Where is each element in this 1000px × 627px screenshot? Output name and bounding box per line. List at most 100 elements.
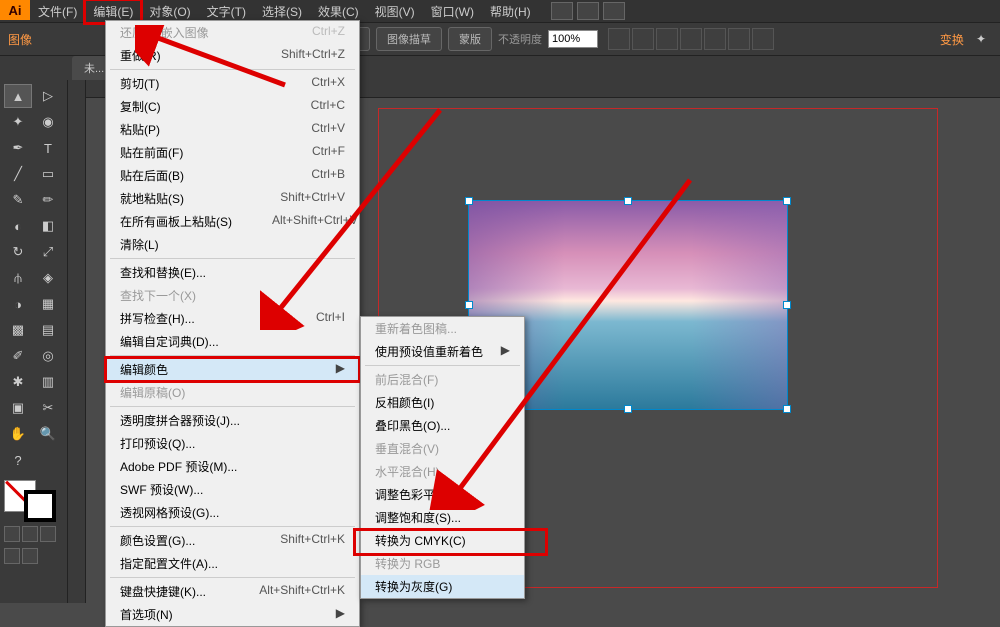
paintbrush-tool[interactable]: ✎ — [4, 188, 32, 212]
color-mode-icon[interactable] — [4, 526, 20, 542]
menu-item[interactable]: 查找和替换(E)... — [106, 261, 359, 284]
menu-item[interactable]: 键盘快捷键(K)...Alt+Shift+Ctrl+K — [106, 580, 359, 603]
toggle-fill-stroke[interactable]: ? — [4, 448, 32, 472]
menu-item[interactable]: 在所有画板上粘贴(S)Alt+Shift+Ctrl+V — [106, 210, 359, 233]
resize-handle[interactable] — [783, 405, 791, 413]
free-transform-tool[interactable]: ◈ — [34, 266, 62, 290]
menu-item[interactable]: 使用预设值重新着色▶ — [361, 340, 524, 363]
align-icon[interactable] — [704, 28, 726, 50]
menu-item-shortcut: Ctrl+Z — [312, 24, 345, 41]
slice-tool[interactable]: ✂ — [34, 396, 62, 420]
zoom-tool[interactable]: 🔍 — [34, 422, 62, 446]
edit-menu-dropdown: 还原(U)嵌入图像Ctrl+Z重做(R)Shift+Ctrl+Z剪切(T)Ctr… — [105, 20, 360, 627]
direct-selection-tool[interactable]: ▷ — [34, 84, 62, 108]
width-tool[interactable]: ⫛ — [4, 266, 32, 290]
mesh-tool[interactable]: ▩ — [4, 318, 32, 342]
resize-handle[interactable] — [624, 405, 632, 413]
resize-handle[interactable] — [783, 301, 791, 309]
ruler-vertical — [68, 80, 86, 603]
menu-item-shortcut: Ctrl+F — [312, 144, 345, 161]
submenu-arrow-icon: ▶ — [336, 361, 345, 378]
menu-item[interactable]: 编辑颜色 ▶ — [106, 358, 359, 381]
menu-item[interactable]: 首选项(N)▶ — [106, 603, 359, 626]
menu-item-label: 使用预设值重新着色 — [375, 343, 483, 360]
menu-item[interactable]: SWF 预设(W)... — [106, 478, 359, 501]
menu-item[interactable]: 透明度拼合器预设(J)... — [106, 409, 359, 432]
menu-item[interactable]: 贴在前面(F)Ctrl+F — [106, 141, 359, 164]
transform-link[interactable]: 变换 — [940, 31, 964, 48]
menubar-icon[interactable] — [603, 2, 625, 20]
menu-item[interactable]: 剪切(T)Ctrl+X — [106, 72, 359, 95]
menu-separator — [110, 355, 355, 356]
resize-handle[interactable] — [624, 197, 632, 205]
symbol-sprayer-tool[interactable]: ✱ — [4, 370, 32, 394]
gradient-mode-icon[interactable] — [22, 526, 38, 542]
panel-icon[interactable]: ✦ — [976, 32, 986, 46]
fill-stroke-chip[interactable] — [4, 480, 60, 520]
align-icon[interactable] — [752, 28, 774, 50]
blob-brush-tool[interactable]: ◐ — [4, 214, 32, 238]
menu-item[interactable]: 调整色彩平衡(A)... — [361, 483, 524, 506]
eraser-tool[interactable]: ◧ — [34, 214, 62, 238]
align-icon[interactable] — [728, 28, 750, 50]
none-mode-icon[interactable] — [40, 526, 56, 542]
menu-item[interactable]: 重做(R)Shift+Ctrl+Z — [106, 44, 359, 67]
menu-item[interactable]: Adobe PDF 预设(M)... — [106, 455, 359, 478]
menu-item[interactable]: 叠印黑色(O)... — [361, 414, 524, 437]
menu-item[interactable]: 转换为灰度(G) — [361, 575, 524, 598]
resize-handle[interactable] — [465, 301, 473, 309]
menu-item[interactable]: 就地粘贴(S)Shift+Ctrl+V — [106, 187, 359, 210]
resize-handle[interactable] — [783, 197, 791, 205]
menu-item[interactable]: 贴在后面(B)Ctrl+B — [106, 164, 359, 187]
menu-item[interactable]: 复制(C)Ctrl+C — [106, 95, 359, 118]
align-icon[interactable] — [656, 28, 678, 50]
menu-item[interactable]: 反相颜色(I) — [361, 391, 524, 414]
menubar-icon[interactable] — [551, 2, 573, 20]
artboard-tool[interactable]: ▣ — [4, 396, 32, 420]
menu-item[interactable]: 编辑自定词典(D)... — [106, 330, 359, 353]
menu-item-label: 编辑颜色 — [120, 361, 168, 378]
menu-item[interactable]: 帮助(H) — [482, 0, 539, 23]
align-icon[interactable] — [632, 28, 654, 50]
shape-builder-tool[interactable]: ◑ — [4, 292, 32, 316]
menu-item-label: 编辑原稿(O) — [120, 384, 185, 401]
menu-item[interactable]: 窗口(W) — [423, 0, 482, 23]
opacity-input[interactable] — [548, 30, 598, 48]
line-tool[interactable]: ╱ — [4, 162, 32, 186]
pencil-tool[interactable]: ✏ — [34, 188, 62, 212]
menu-item[interactable]: 打印预设(Q)... — [106, 432, 359, 455]
image-trace-button[interactable]: 图像描草 — [376, 27, 442, 51]
blend-tool[interactable]: ◎ — [34, 344, 62, 368]
scale-tool[interactable]: ⤢ — [34, 240, 62, 264]
control-label-image: 图像 — [8, 31, 32, 48]
pen-tool[interactable]: ✒ — [4, 136, 32, 160]
menu-item[interactable]: 调整饱和度(S)... — [361, 506, 524, 529]
rotate-tool[interactable]: ↻ — [4, 240, 32, 264]
perspective-grid-tool[interactable]: ▦ — [34, 292, 62, 316]
menu-item[interactable]: 视图(V) — [367, 0, 423, 23]
align-icon[interactable] — [680, 28, 702, 50]
align-icon[interactable] — [608, 28, 630, 50]
menu-item[interactable]: 透视网格预设(G)... — [106, 501, 359, 524]
menu-item[interactable]: 清除(L) — [106, 233, 359, 256]
menu-item[interactable]: 文件(F) — [30, 0, 85, 23]
screen-mode-icon[interactable] — [22, 548, 38, 564]
menu-item[interactable]: 粘贴(P)Ctrl+V — [106, 118, 359, 141]
type-tool[interactable]: T — [34, 136, 62, 160]
menu-item-label: 粘贴(P) — [120, 121, 160, 138]
lasso-tool[interactable]: ◉ — [34, 110, 62, 134]
gradient-tool[interactable]: ▤ — [34, 318, 62, 342]
hand-tool[interactable]: ✋ — [4, 422, 32, 446]
menubar-icon[interactable] — [577, 2, 599, 20]
screen-mode-icon[interactable] — [4, 548, 20, 564]
menu-item[interactable]: 颜色设置(G)...Shift+Ctrl+K — [106, 529, 359, 552]
selection-tool[interactable]: ▲ — [4, 84, 32, 108]
resize-handle[interactable] — [465, 197, 473, 205]
rectangle-tool[interactable]: ▭ — [34, 162, 62, 186]
eyedropper-tool[interactable]: ✐ — [4, 344, 32, 368]
mask-button[interactable]: 蒙版 — [448, 27, 492, 51]
column-graph-tool[interactable]: ▥ — [34, 370, 62, 394]
menu-item[interactable]: 指定配置文件(A)... — [106, 552, 359, 575]
magic-wand-tool[interactable]: ✦ — [4, 110, 32, 134]
menu-item[interactable]: 拼写检查(H)...Ctrl+I — [106, 307, 359, 330]
